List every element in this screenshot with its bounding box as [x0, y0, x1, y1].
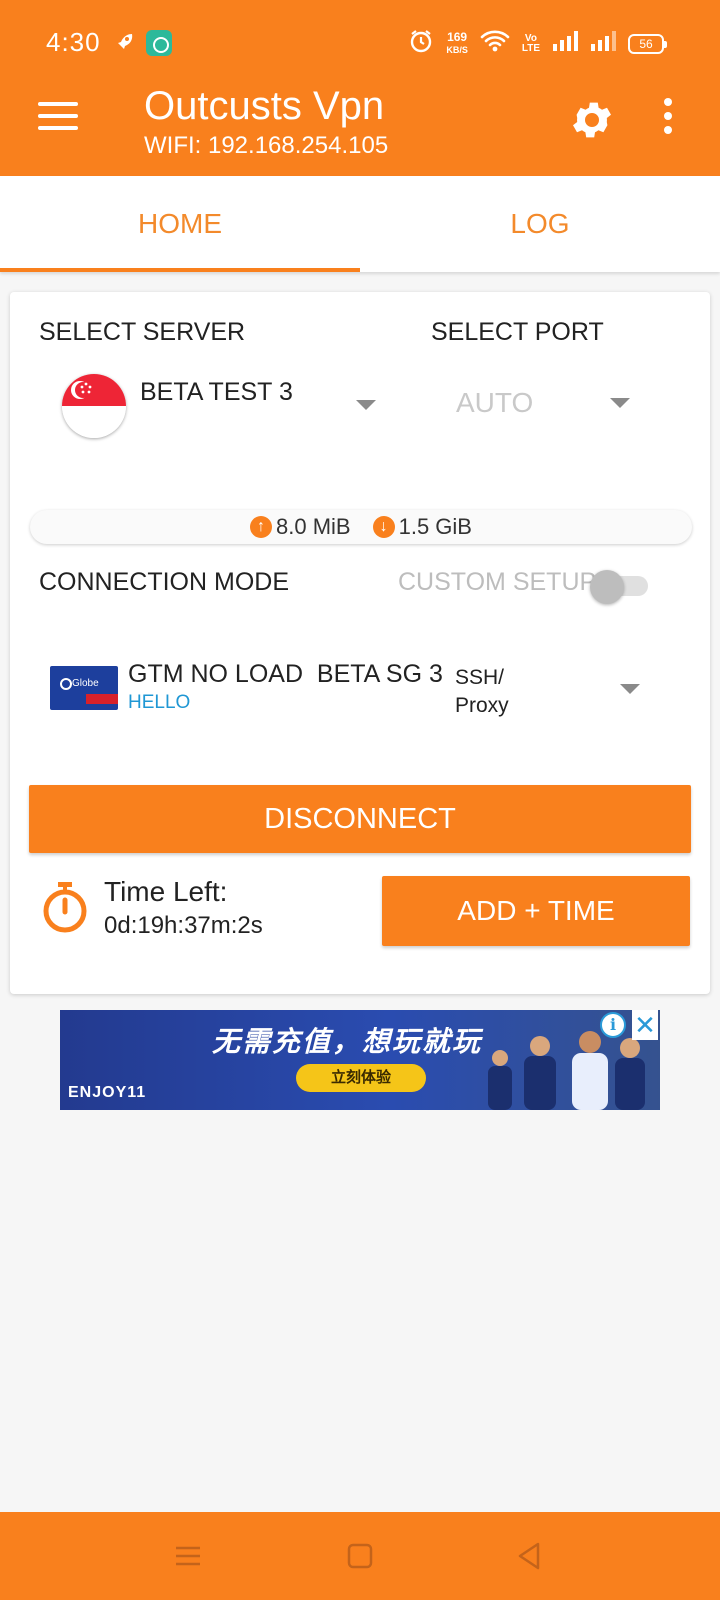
- more-icon-dot: [664, 98, 672, 106]
- rocket-icon: [112, 30, 136, 59]
- traffic-stats: ↑ 8.0 MiB ↓ 1.5 GiB: [30, 510, 692, 544]
- tab-home[interactable]: HOME: [0, 176, 360, 272]
- download-arrow-icon: ↓: [372, 516, 395, 538]
- globe-icon: [60, 678, 72, 690]
- disconnect-button[interactable]: DISCONNECT: [29, 785, 691, 853]
- ad-banner[interactable]: 无需充值，想玩就玩 立刻体验 ENJOY11 i ✕: [60, 1010, 660, 1110]
- back-triangle-icon: [518, 1542, 540, 1570]
- net-speed-value: 169: [447, 30, 468, 44]
- nav-home-button[interactable]: [338, 1534, 382, 1578]
- time-left-value: 0d:19h:37m:2s: [104, 912, 263, 939]
- net-speed: 169 KB/S: [446, 31, 468, 56]
- custom-setup-toggle[interactable]: [590, 570, 650, 604]
- config-type[interactable]: SSH/ Proxy: [455, 664, 525, 720]
- port-select[interactable]: AUTO: [456, 387, 533, 419]
- connection-mode-label: CONNECTION MODE: [39, 568, 289, 596]
- custom-setup-label: CUSTOM SETUP: [398, 568, 597, 596]
- config-name[interactable]: GTM NO LOAD BETA SG 3: [128, 660, 443, 689]
- upload-arrow-icon: ↑: [250, 516, 273, 538]
- net-speed-unit: KB/S: [446, 45, 468, 55]
- alarm-icon: [408, 28, 434, 59]
- upload-amount: 8.0 MiB: [276, 514, 351, 539]
- server-dropdown-icon[interactable]: [356, 400, 376, 410]
- ad-close-icon[interactable]: ✕: [632, 1010, 658, 1040]
- signal-icon-sim2: [590, 30, 616, 57]
- wifi-address: WIFI: 192.168.254.105: [144, 132, 389, 159]
- volte-line2: LTE: [521, 42, 540, 54]
- ad-brand: ENJOY11: [68, 1084, 147, 1101]
- ad-cta-button[interactable]: 立刻体验: [296, 1064, 426, 1092]
- connection-card: SELECT SERVER SELECT PORT BETA TEST 3 AU…: [10, 292, 710, 994]
- tab-bar: HOME LOG: [0, 176, 720, 272]
- signal-icon-sim1: [552, 30, 578, 57]
- status-bar: 4:30 169 KB/S Vo LTE 56: [0, 0, 720, 88]
- settings-button[interactable]: [568, 96, 616, 144]
- app-title: Outcusts Vpn: [144, 84, 385, 128]
- select-port-label: SELECT PORT: [431, 318, 604, 346]
- config-subtitle: HELLO: [128, 692, 191, 713]
- ad-headline: 无需充值，想玩就玩: [212, 1026, 483, 1057]
- more-options-button[interactable]: [660, 98, 676, 142]
- home-square-icon: [347, 1543, 373, 1569]
- download-amount: 1.5 GiB: [398, 514, 472, 539]
- wifi-icon: [480, 29, 510, 58]
- stopwatch-icon: [40, 880, 90, 939]
- singapore-flag-icon[interactable]: [62, 374, 126, 438]
- more-icon-dot: [664, 126, 672, 134]
- port-dropdown-icon[interactable]: [610, 398, 630, 408]
- time-left-label: Time Left:: [104, 876, 228, 907]
- globe-logo: Globe: [50, 666, 118, 710]
- tab-log[interactable]: LOG: [360, 176, 720, 272]
- nav-back-button[interactable]: [508, 1534, 552, 1578]
- system-nav-bar: [0, 1512, 720, 1600]
- nav-recents-button[interactable]: [166, 1534, 210, 1578]
- config-dropdown-icon[interactable]: [620, 684, 640, 694]
- battery-indicator: 56: [628, 33, 667, 54]
- app-bar: Outcusts Vpn WIFI: 192.168.254.105: [0, 84, 720, 176]
- recents-icon: [176, 1546, 200, 1566]
- menu-icon-line: [38, 126, 78, 130]
- toggle-thumb: [590, 570, 624, 604]
- menu-icon-line: [38, 102, 78, 106]
- menu-icon-line: [38, 114, 78, 118]
- add-time-button[interactable]: ADD + TIME: [382, 876, 690, 946]
- server-select[interactable]: BETA TEST 3: [140, 378, 293, 407]
- more-icon-dot: [664, 112, 672, 120]
- app-notification-icon: [146, 30, 172, 56]
- menu-button[interactable]: [38, 102, 78, 136]
- ad-info-icon[interactable]: i: [600, 1012, 626, 1038]
- gear-icon: [573, 102, 611, 138]
- select-server-label: SELECT SERVER: [39, 318, 246, 346]
- status-time: 4:30: [46, 27, 101, 57]
- volte-indicator: Vo LTE: [521, 33, 540, 54]
- globe-logo-text: Globe: [72, 678, 99, 689]
